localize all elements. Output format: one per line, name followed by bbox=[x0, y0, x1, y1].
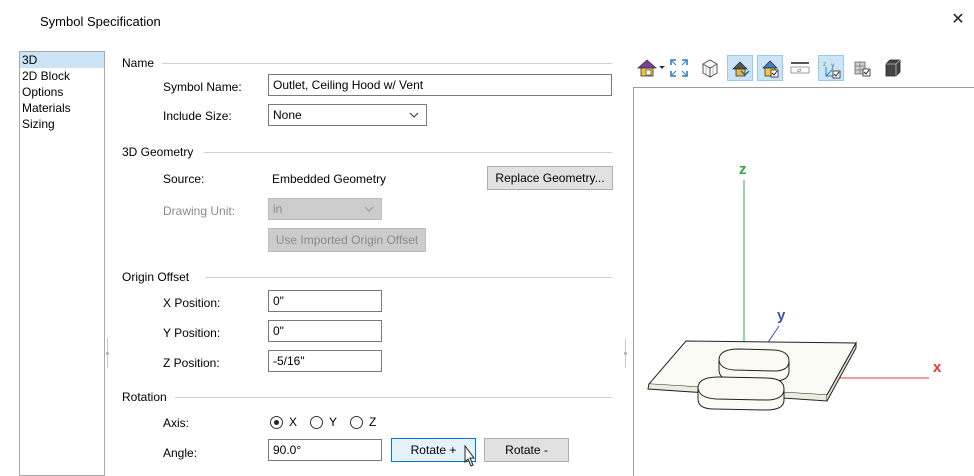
angle-input[interactable]: 90.0° bbox=[268, 439, 382, 461]
rotation-section-label: Rotation bbox=[122, 390, 167, 404]
y-axis-label: y bbox=[777, 307, 786, 324]
svg-text:⇄: ⇄ bbox=[797, 68, 801, 74]
rotate-minus-button[interactable]: Rotate - bbox=[484, 438, 569, 462]
geometry-section-divider bbox=[204, 152, 612, 153]
axis-label: Axis: bbox=[163, 416, 190, 430]
upper-vent-shape bbox=[718, 348, 790, 382]
replace-geometry-button[interactable]: Replace Geometry... bbox=[487, 166, 613, 190]
axis-z-label: Z bbox=[369, 415, 377, 429]
z-position-label: Z Position: bbox=[163, 356, 220, 370]
show-floor-button[interactable]: ⇄ bbox=[787, 55, 813, 81]
3d-preview-canvas: z y x bbox=[647, 161, 942, 411]
name-section-label: Name bbox=[122, 56, 155, 70]
svg-text:y: y bbox=[831, 62, 835, 69]
axis-x-label: X bbox=[289, 415, 298, 429]
category-list: 3D 2D Block Options Materials Sizing bbox=[19, 51, 105, 476]
nav-item-sizing[interactable]: Sizing bbox=[20, 116, 104, 132]
camera-view-icon bbox=[637, 59, 665, 77]
y-position-input[interactable]: 0" bbox=[268, 320, 382, 342]
radio-unselected-icon bbox=[350, 415, 363, 429]
show-axes-icon: z y bbox=[823, 61, 841, 79]
origin-offset-section-divider bbox=[206, 277, 612, 278]
include-size-select[interactable]: None bbox=[268, 104, 427, 126]
include-size-label: Include Size: bbox=[163, 109, 232, 123]
show-floor-icon: ⇄ bbox=[790, 62, 810, 74]
y-position-label: Y Position: bbox=[163, 326, 221, 340]
right-splitter[interactable] bbox=[624, 338, 628, 368]
fill-window-button[interactable] bbox=[666, 55, 692, 81]
left-splitter[interactable] bbox=[106, 338, 110, 368]
box-icon bbox=[885, 59, 901, 77]
axis-z-radio[interactable]: Z bbox=[350, 414, 376, 430]
z-position-input[interactable]: -5/16" bbox=[268, 350, 382, 372]
materials-icon bbox=[854, 61, 871, 77]
x-axis-label: x bbox=[933, 359, 942, 376]
wireframe-button[interactable] bbox=[697, 55, 723, 81]
drawing-unit-value: in bbox=[273, 202, 283, 216]
include-size-value: None bbox=[273, 108, 302, 122]
source-label: Source: bbox=[163, 172, 205, 186]
radio-selected-icon bbox=[270, 415, 283, 429]
symbol-name-label: Symbol Name: bbox=[163, 80, 242, 94]
camera-view-button[interactable] bbox=[634, 55, 665, 81]
axis-x-radio[interactable]: X bbox=[270, 414, 297, 430]
x-position-input[interactable]: 0" bbox=[268, 290, 382, 312]
box-button[interactable] bbox=[879, 55, 905, 81]
symbol-name-input[interactable]: Outlet, Ceiling Hood w/ Vent bbox=[268, 74, 612, 96]
3d-preview-viewport[interactable]: z y x bbox=[633, 87, 974, 476]
lower-vent-shape bbox=[697, 376, 785, 411]
rotation-section-divider bbox=[175, 397, 612, 398]
wireframe-icon bbox=[702, 59, 718, 78]
render-icon bbox=[732, 61, 750, 77]
radio-unselected-icon bbox=[310, 415, 323, 429]
drawing-unit-select: in bbox=[268, 198, 382, 220]
title-bar: Symbol Specification ✕ bbox=[0, 0, 974, 44]
name-section-divider bbox=[162, 63, 612, 64]
chevron-down-icon bbox=[409, 112, 419, 118]
source-value: Embedded Geometry bbox=[272, 172, 387, 186]
nav-item-3d[interactable]: 3D bbox=[20, 52, 104, 68]
fill-window-icon bbox=[670, 59, 688, 77]
show-outline-icon bbox=[762, 60, 779, 78]
nav-item-2d-block[interactable]: 2D Block bbox=[20, 68, 104, 84]
geometry-section-label: 3D Geometry bbox=[122, 145, 194, 159]
nav-item-materials[interactable]: Materials bbox=[20, 100, 104, 116]
use-imported-origin-offset-button: Use Imported Origin Offset bbox=[268, 228, 426, 252]
axis-y-label: Y bbox=[329, 415, 338, 429]
show-outline-button[interactable] bbox=[757, 55, 783, 81]
z-axis-label: z bbox=[739, 161, 747, 178]
x-position-label: X Position: bbox=[163, 296, 221, 310]
drawing-unit-label: Drawing Unit: bbox=[163, 204, 236, 218]
nav-item-options[interactable]: Options bbox=[20, 84, 104, 100]
mouse-pointer-icon bbox=[464, 445, 475, 467]
close-icon[interactable]: ✕ bbox=[948, 10, 968, 30]
show-axes-button[interactable]: z y bbox=[818, 55, 844, 81]
chevron-down-icon bbox=[364, 206, 374, 212]
materials-button[interactable] bbox=[849, 55, 875, 81]
svg-text:z: z bbox=[823, 61, 826, 68]
origin-offset-section-label: Origin Offset bbox=[122, 270, 190, 284]
render-button[interactable] bbox=[727, 55, 753, 81]
axis-y-radio[interactable]: Y bbox=[310, 414, 337, 430]
window-title: Symbol Specification bbox=[40, 14, 161, 29]
angle-label: Angle: bbox=[163, 446, 198, 460]
